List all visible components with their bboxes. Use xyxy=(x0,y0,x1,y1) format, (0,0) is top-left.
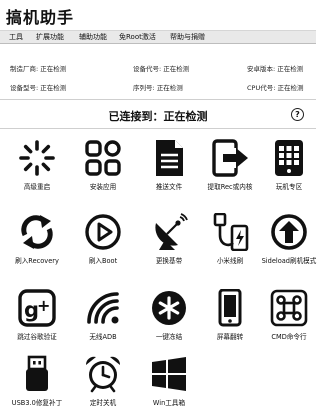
tool-label: 定时关机 xyxy=(89,399,117,407)
snowflake-icon xyxy=(152,291,186,325)
alarm-clock-icon xyxy=(85,356,121,393)
menu-bar: 工具 扩展功能 辅助功能 免Root激活 帮助与捐赠 xyxy=(0,30,316,44)
document-icon xyxy=(156,140,183,176)
flash-recovery-button[interactable]: 刷入Recovery xyxy=(6,213,68,277)
tool-label: 玩机专区 xyxy=(275,183,303,191)
windows-logo-icon xyxy=(152,357,186,391)
usb-cable-icon xyxy=(213,213,249,251)
wireless-adb-button[interactable]: 无线ADB xyxy=(72,289,134,353)
xiaomi-flash-button[interactable]: 小米线刷 xyxy=(199,213,261,277)
install-app-button[interactable]: 安装应用 xyxy=(72,139,134,203)
scheduled-shutdown-button[interactable]: 定时关机 xyxy=(72,355,134,419)
tool-label: 跳过谷歌验证 xyxy=(17,333,57,341)
menu-tools[interactable]: 工具 xyxy=(7,32,25,43)
app-title: 搞机助手 xyxy=(6,8,75,27)
tool-label: CMD命令行 xyxy=(271,333,307,341)
upload-circle-icon xyxy=(271,214,307,250)
tool-label: USB3.0修复补丁 xyxy=(11,399,63,407)
skip-google-verification-button[interactable]: g + 跳过谷歌验证 xyxy=(6,289,68,353)
android-version-info: 安卓版本: 正在检测 xyxy=(247,65,304,73)
tool-label: Sideload刷机模式 xyxy=(261,257,317,265)
apps-grid-icon xyxy=(85,140,121,176)
menu-auxiliary[interactable]: 辅助功能 xyxy=(77,32,109,43)
cmd-console-button[interactable]: CMD命令行 xyxy=(258,289,320,353)
help-button[interactable]: ? xyxy=(291,108,304,121)
spinner-icon xyxy=(19,140,55,176)
push-file-button[interactable]: 推送文件 xyxy=(138,139,200,203)
satellite-dish-icon xyxy=(155,213,188,250)
connection-status-bar: 已连接到：正在检测 ? xyxy=(0,101,316,129)
screen-rotate-button[interactable]: 屏幕翻转 xyxy=(199,289,261,353)
svg-text:+: + xyxy=(37,296,50,315)
play-circle-icon xyxy=(85,214,121,250)
device-code-info: 设备代号: 正在检测 xyxy=(133,65,190,73)
refresh-arrows-icon xyxy=(21,215,53,249)
win-toolbox-button[interactable]: Win工具箱 xyxy=(138,355,200,419)
device-info-panel: 制造厂商: 正在检测 设备代号: 正在检测 安卓版本: 正在检测 设备型号: 正… xyxy=(0,52,316,100)
menu-help-donate[interactable]: 帮助与捐赠 xyxy=(168,32,207,43)
google-plus-icon: g + xyxy=(18,289,56,327)
tool-label: 刷入Boot xyxy=(88,257,118,265)
connection-status: 已连接到：正在检测 xyxy=(108,110,208,123)
replace-baseband-button[interactable]: 更换基带 xyxy=(138,213,200,277)
tool-label: 高级重启 xyxy=(23,183,51,191)
usb3-fix-patch-button[interactable]: USB3.0修复补丁 xyxy=(6,355,68,419)
usb-drive-icon xyxy=(26,355,48,391)
phone-export-icon xyxy=(212,139,248,177)
serial-info: 序列号: 正在检测 xyxy=(133,84,183,92)
one-click-freeze-button[interactable]: 一键冻结 xyxy=(138,289,200,353)
tool-label: 无线ADB xyxy=(89,333,117,341)
command-key-icon xyxy=(270,289,308,327)
advanced-reboot-button[interactable]: 高级重启 xyxy=(6,139,68,203)
sideload-mode-button[interactable]: Sideload刷机模式 xyxy=(258,213,320,277)
tool-label: 刷入Recovery xyxy=(15,257,59,265)
cpu-code-info: CPU代号: 正在检测 xyxy=(247,84,304,92)
manufacturer-info: 制造厂商: 正在检测 xyxy=(10,65,67,73)
wifi-icon xyxy=(87,292,119,324)
device-model-info: 设备型号: 正在检测 xyxy=(10,84,67,92)
menu-rootless-activation[interactable]: 免Root激活 xyxy=(117,32,158,43)
flash-boot-button[interactable]: 刷入Boot xyxy=(72,213,134,277)
play-zone-button[interactable]: 玩机专区 xyxy=(258,139,320,203)
title-bar: 搞机助手 xyxy=(0,0,316,30)
phone-grid-icon xyxy=(275,140,303,176)
tool-label: 安装应用 xyxy=(89,183,117,191)
extract-recovery-kernel-button[interactable]: 提取Rec或内核 xyxy=(199,139,261,203)
tool-label: Win工具箱 xyxy=(152,399,186,407)
menu-extensions[interactable]: 扩展功能 xyxy=(34,32,66,43)
phone-rotate-icon xyxy=(218,289,242,327)
